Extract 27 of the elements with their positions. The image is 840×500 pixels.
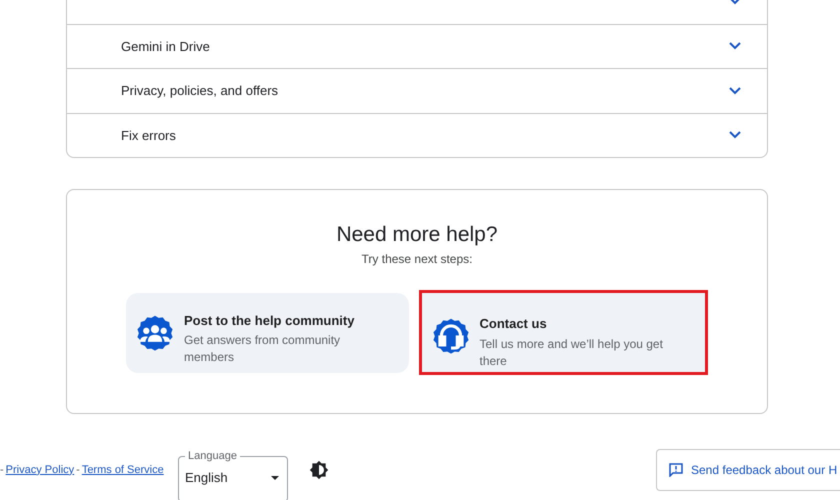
separator: -	[76, 462, 80, 478]
option-title: Post to the help community	[184, 312, 356, 330]
chevron-icon	[729, 86, 741, 95]
feedback-button[interactable]: Send feedback about our H	[656, 449, 840, 491]
language-select[interactable]: Language English	[178, 450, 288, 500]
help-option[interactable]: Contact us Tell us more and we’ll help you get there	[418, 290, 708, 375]
chevron-icon	[729, 42, 741, 50]
separator: -	[0, 462, 4, 478]
option-description: Tell us more and we’ll help you get there	[480, 336, 664, 370]
faq-item[interactable]: Privacy, policies, and offers	[67, 68, 767, 112]
footer-link[interactable]: Privacy Policy	[6, 462, 74, 478]
footer-link[interactable]: Terms of Service	[82, 462, 164, 478]
people-icon	[136, 314, 174, 352]
brightness-icon[interactable]	[309, 460, 329, 480]
language-label: Language	[187, 450, 238, 462]
faq-item[interactable]: Fix errors	[67, 112, 767, 157]
option-title: Contact us	[480, 315, 548, 333]
language-value: English	[185, 469, 228, 487]
dropdown-caret-icon	[271, 476, 279, 480]
option-description: Get answers from community members	[184, 332, 342, 366]
help-option[interactable]: Post to the help community Get answers from community members	[126, 292, 408, 372]
faq-item[interactable]: Gemini in Drive	[67, 24, 767, 68]
help-title: Need more help?	[336, 222, 498, 248]
help-subtitle: Try these next steps:	[362, 251, 472, 268]
chevron-icon	[729, 131, 741, 140]
feedback-icon	[669, 463, 683, 477]
headset-icon	[432, 318, 470, 356]
